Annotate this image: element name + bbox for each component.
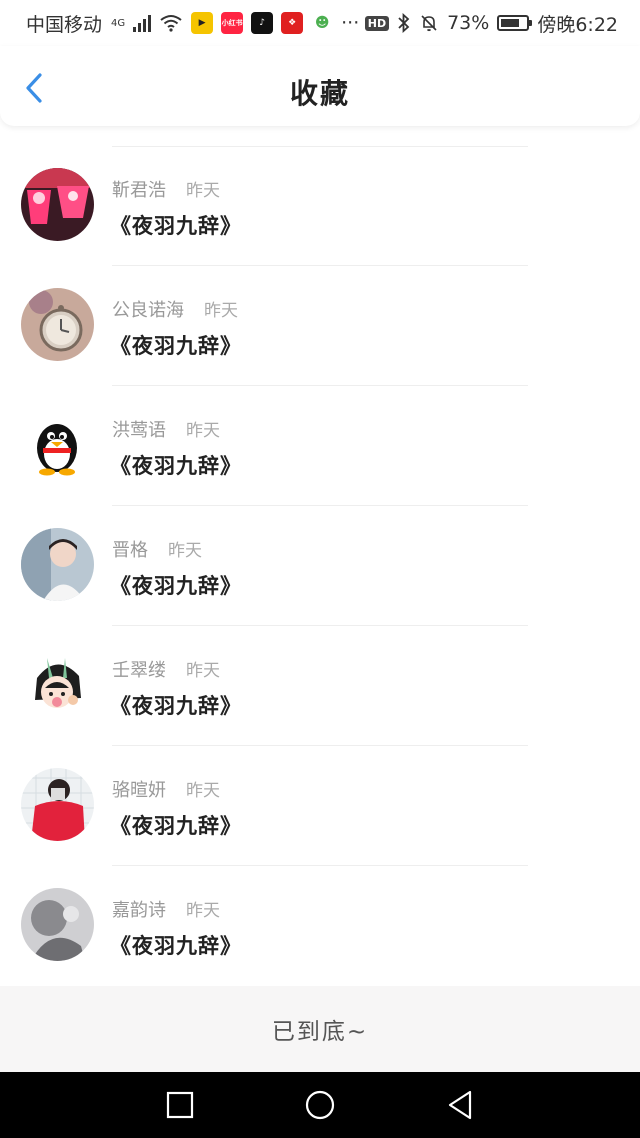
battery-icon — [497, 15, 533, 31]
timestamp: 昨天 — [186, 781, 220, 801]
timestamp: 昨天 — [186, 181, 220, 201]
favorite-meta: 壬翠缕 昨天 — [112, 656, 220, 682]
favorite-meta: 洪莺语 昨天 — [112, 416, 220, 442]
end-of-list-text: 已到底~ — [271, 1019, 369, 1045]
favorite-meta: 嘉韵诗 昨天 — [112, 896, 220, 922]
timestamp: 昨天 — [168, 541, 202, 561]
system-nav-bar — [0, 1072, 640, 1138]
favorite-item[interactable]: 洪莺语 昨天 《夜羽九辞》 — [0, 386, 640, 506]
favorite-meta: 晋格 昨天 — [112, 536, 202, 562]
status-right: HD 73% 傍晚6:22 — [364, 10, 618, 37]
author-name: 洪莺语 — [112, 420, 166, 441]
work-title: 《夜羽九辞》 — [110, 814, 242, 838]
author-name: 壬翠缕 — [112, 660, 166, 681]
author-name: 骆暄妍 — [112, 780, 166, 801]
avatar — [21, 168, 94, 241]
carrier-label: 中国移动 — [26, 13, 103, 36]
signal-icon — [133, 14, 152, 32]
wifi-icon — [160, 15, 182, 32]
avatar — [21, 528, 94, 601]
page-title: 收藏 — [289, 77, 350, 110]
battery-fill — [501, 19, 519, 27]
timestamp: 昨天 — [186, 421, 220, 441]
avatar — [21, 888, 94, 961]
status-bar: 中国移动 4G ▶ 小红书 ♪ ❖ ☻ ··· HD 73% 傍晚6:22 — [0, 0, 640, 46]
author-name: 公良诺海 — [112, 300, 184, 321]
favorite-meta: 公良诺海 昨天 — [112, 296, 238, 322]
work-title: 《夜羽九辞》 — [110, 454, 242, 478]
circle-icon — [305, 1090, 335, 1120]
timestamp: 昨天 — [204, 301, 238, 321]
favorite-item[interactable]: 公良诺海 昨天 《夜羽九辞》 — [0, 266, 640, 386]
bluetooth-icon — [398, 13, 410, 33]
favorite-item[interactable]: 嘉韵诗 昨天 《夜羽九辞》 — [0, 866, 640, 986]
xiaohongshu-icon: 小红书 — [221, 12, 244, 34]
battery-percent: 73% — [447, 12, 490, 34]
list-end-footer: 已到底~ — [0, 986, 640, 1072]
work-title: 《夜羽九辞》 — [110, 934, 242, 958]
status-left: 中国移动 4G ▶ 小红书 ♪ ❖ ☻ ··· — [26, 10, 359, 37]
author-name: 晋格 — [112, 540, 148, 561]
favorite-item[interactable]: 晋格 昨天 《夜羽九辞》 — [0, 506, 640, 626]
work-title: 《夜羽九辞》 — [110, 574, 242, 598]
triangle-back-icon — [448, 1090, 472, 1120]
timestamp: 昨天 — [186, 661, 220, 681]
favorite-item[interactable]: 靳君浩 昨天 《夜羽九辞》 — [0, 146, 640, 266]
favorite-item[interactable]: 骆暄妍 昨天 《夜羽九辞》 — [0, 746, 640, 866]
square-icon — [166, 1091, 194, 1119]
work-title: 《夜羽九辞》 — [110, 334, 242, 358]
favorite-meta: 靳君浩 昨天 — [112, 176, 220, 202]
dots-app-icon: ❖ — [281, 12, 304, 34]
recent-apps-button[interactable] — [160, 1085, 200, 1125]
bird-app-icon: ☻ — [311, 12, 334, 34]
home-button[interactable] — [300, 1085, 340, 1125]
system-back-button[interactable] — [440, 1085, 480, 1125]
video-app-icon: ▶ — [191, 12, 214, 34]
hd-badge: HD — [364, 15, 390, 31]
timestamp: 昨天 — [186, 901, 220, 921]
mute-bell-icon — [421, 15, 437, 32]
tiktok-icon: ♪ — [251, 12, 274, 34]
network-type: 4G — [111, 17, 126, 29]
favorite-item[interactable]: 壬翠缕 昨天 《夜羽九辞》 — [0, 626, 640, 746]
avatar — [21, 648, 94, 721]
author-name: 靳君浩 — [112, 180, 166, 201]
work-title: 《夜羽九辞》 — [110, 694, 242, 718]
avatar — [21, 768, 94, 841]
favorite-meta: 骆暄妍 昨天 — [112, 776, 220, 802]
clock: 傍晚6:22 — [537, 13, 618, 36]
avatar — [21, 408, 94, 481]
more-notifications-icon: ··· — [341, 12, 360, 34]
author-name: 嘉韵诗 — [112, 900, 166, 921]
avatar — [21, 288, 94, 361]
work-title: 《夜羽九辞》 — [110, 214, 242, 238]
app-header: 收藏 — [0, 46, 640, 126]
